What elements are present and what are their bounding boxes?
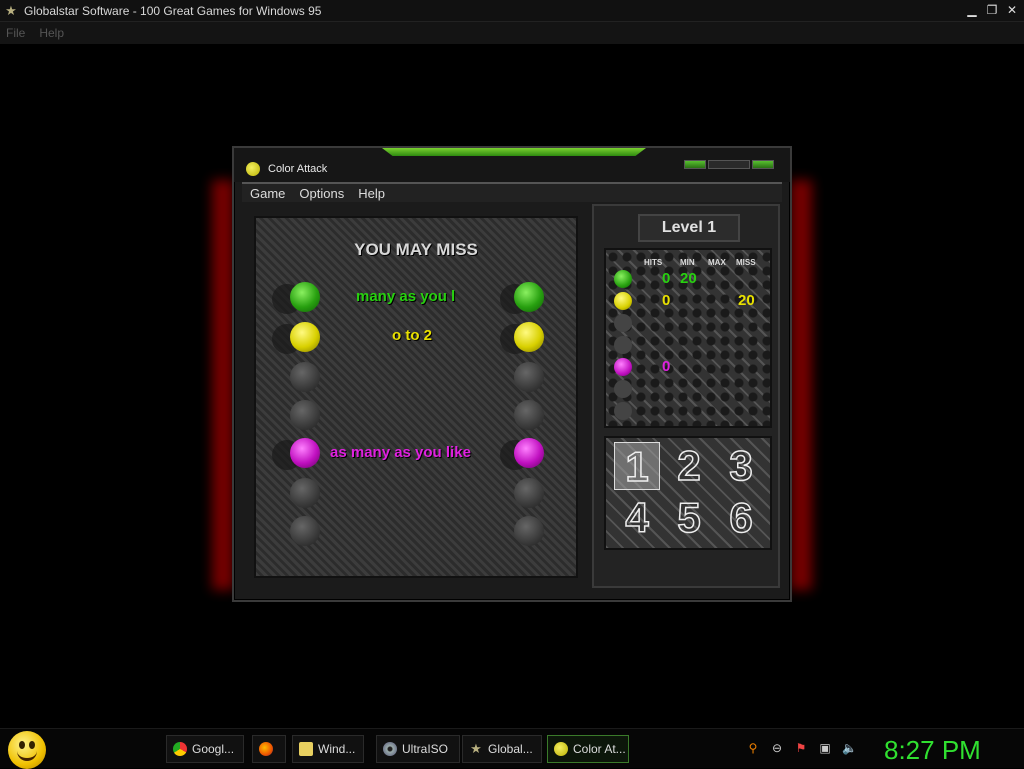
green-ball-small (614, 270, 632, 288)
task-ultraiso[interactable]: UltraISO (376, 735, 460, 763)
game-title: Color Attack (268, 163, 328, 175)
gray-ball-small (614, 336, 632, 354)
gray-ball-small (614, 314, 632, 332)
level-select-grid: 1 2 3 4 5 6 (604, 436, 772, 550)
color-attack-icon (554, 742, 568, 756)
color-attack-icon (246, 162, 260, 176)
minus-circle-icon[interactable]: ⊖ (770, 741, 784, 755)
green-hits: 0 (662, 270, 671, 287)
level-3-button[interactable]: 3 (718, 441, 764, 490)
smiley-eye (19, 741, 25, 749)
game-menu-bar: Game Options Help (242, 182, 782, 202)
window-title: Globalstar Software - 100 Great Games fo… (24, 3, 322, 18)
header-hits: HITS (644, 258, 663, 267)
level-5-button[interactable]: 5 (666, 493, 712, 542)
row-text-green: many as you l (356, 288, 456, 305)
task-color-attack[interactable]: Color At... (547, 735, 629, 763)
level-display: Level 1 (638, 214, 740, 242)
gray-ball-right (514, 400, 544, 430)
firefox-icon (259, 742, 273, 756)
purple-ball-right (514, 438, 544, 468)
flag-icon[interactable]: ⚑ (794, 741, 808, 755)
chrome-icon (173, 742, 187, 756)
level-6-button[interactable]: 6 (718, 493, 764, 542)
red-glow-left (212, 180, 234, 590)
task-windows-folder[interactable]: Wind... (292, 735, 364, 763)
task-globalstar[interactable]: ★ Global... (462, 735, 542, 763)
game-window: Color Attack Game Options Help YOU MAY M… (232, 146, 792, 602)
red-glow-right (790, 180, 812, 590)
yellow-hits: 0 (662, 292, 671, 309)
menu-options[interactable]: Options (299, 186, 344, 201)
taskbar: Googl... Wind... UltraISO ★ Global... Co… (0, 728, 1024, 769)
game-maximize-button[interactable] (708, 160, 750, 169)
close-button[interactable]: ✕ (1004, 3, 1020, 17)
outer-menu-bar: File Help (0, 22, 1024, 44)
task-firefox[interactable] (252, 735, 286, 763)
gray-ball-left (290, 516, 320, 546)
yellow-ball-left (290, 322, 320, 352)
title-accent (382, 148, 646, 156)
search-icon[interactable]: ⚲ (746, 741, 760, 755)
yellow-ball-small (614, 292, 632, 310)
task-chrome[interactable]: Googl... (166, 735, 244, 763)
yellow-ball-right (514, 322, 544, 352)
header-min: MIN (680, 258, 695, 267)
header-max: MAX (708, 258, 726, 267)
gray-ball-left (290, 478, 320, 508)
gray-ball-right (514, 516, 544, 546)
network-icon[interactable]: ▣ (818, 741, 832, 755)
yellow-miss: 20 (738, 292, 755, 309)
gray-ball-right (514, 478, 544, 508)
minimize-button[interactable]: ▁ (964, 3, 980, 17)
folder-icon (299, 742, 313, 756)
stats-panel: HITS MIN MAX MISS 0 20 0 20 0 (604, 248, 772, 428)
green-ball-right (514, 282, 544, 312)
header-miss: MISS (736, 258, 756, 267)
disc-icon (383, 742, 397, 756)
gray-ball-left (290, 362, 320, 392)
restore-button[interactable]: ❐ (984, 3, 1000, 17)
gray-ball-small (614, 380, 632, 398)
board-heading: YOU MAY MISS (354, 240, 478, 259)
purple-ball-small (614, 358, 632, 376)
row-text-yellow: o to 2 (392, 327, 432, 344)
start-button[interactable] (8, 731, 46, 769)
game-title-bar: Color Attack (234, 148, 790, 182)
game-close-button[interactable] (752, 160, 774, 169)
level-1-button[interactable]: 1 (614, 442, 660, 491)
volume-icon[interactable]: 🔈 (842, 741, 857, 755)
menu-file[interactable]: File (6, 26, 25, 40)
star-icon: ★ (470, 741, 482, 756)
game-minimize-button[interactable] (684, 160, 706, 169)
smiley-eye (29, 741, 35, 749)
green-ball-left (290, 282, 320, 312)
green-min: 20 (680, 270, 697, 287)
level-4-button[interactable]: 4 (614, 493, 660, 542)
menu-game-help[interactable]: Help (358, 186, 385, 201)
outer-title-bar: ★ Globalstar Software - 100 Great Games … (0, 0, 1024, 22)
smiley-mouth (17, 751, 37, 761)
gray-ball-small (614, 402, 632, 420)
row-text-purple: as many as you like (330, 444, 471, 461)
gray-ball-left (290, 400, 320, 430)
menu-help[interactable]: Help (39, 26, 64, 40)
menu-game[interactable]: Game (250, 186, 285, 201)
clock[interactable]: 8:27 PM (884, 735, 981, 766)
level-2-button[interactable]: 2 (666, 441, 712, 490)
purple-hits: 0 (662, 358, 671, 375)
game-board[interactable]: YOU MAY MISS many as you l o to 2 as man… (254, 216, 578, 578)
purple-ball-left (290, 438, 320, 468)
star-icon: ★ (5, 2, 17, 18)
gray-ball-right (514, 362, 544, 392)
